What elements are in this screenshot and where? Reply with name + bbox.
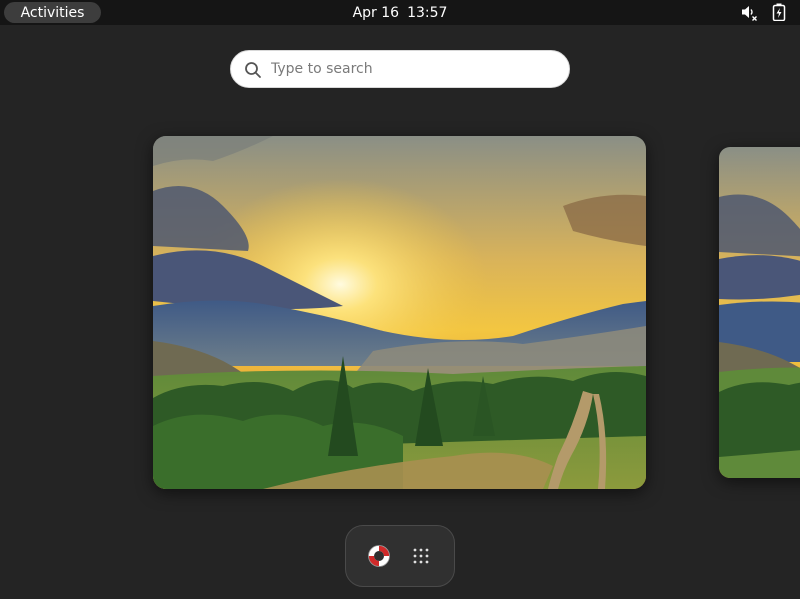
speaker-muted-icon[interactable] xyxy=(740,3,758,21)
search-bar[interactable] xyxy=(230,50,570,88)
search-input[interactable] xyxy=(271,51,556,87)
activities-button[interactable]: Activities xyxy=(4,2,101,23)
wallpaper-image xyxy=(719,147,800,478)
dash xyxy=(345,525,455,587)
help-lifebuoy-icon[interactable] xyxy=(367,544,391,568)
wallpaper-image xyxy=(153,136,646,489)
system-tray[interactable] xyxy=(740,3,786,21)
top-bar: Activities Apr 16 13:57 xyxy=(0,0,800,25)
search-icon xyxy=(244,61,262,83)
activities-label: Activities xyxy=(20,4,85,21)
clock-time: 13:57 xyxy=(407,4,448,21)
app-grid-icon[interactable] xyxy=(412,547,430,565)
workspace-thumbnail-2[interactable] xyxy=(719,147,800,478)
clock-date: Apr 16 xyxy=(352,4,400,21)
date-time-menu[interactable]: Apr 16 13:57 xyxy=(0,0,800,25)
battery-charging-icon[interactable] xyxy=(772,3,786,21)
workspace-thumbnail-1[interactable] xyxy=(153,136,646,489)
